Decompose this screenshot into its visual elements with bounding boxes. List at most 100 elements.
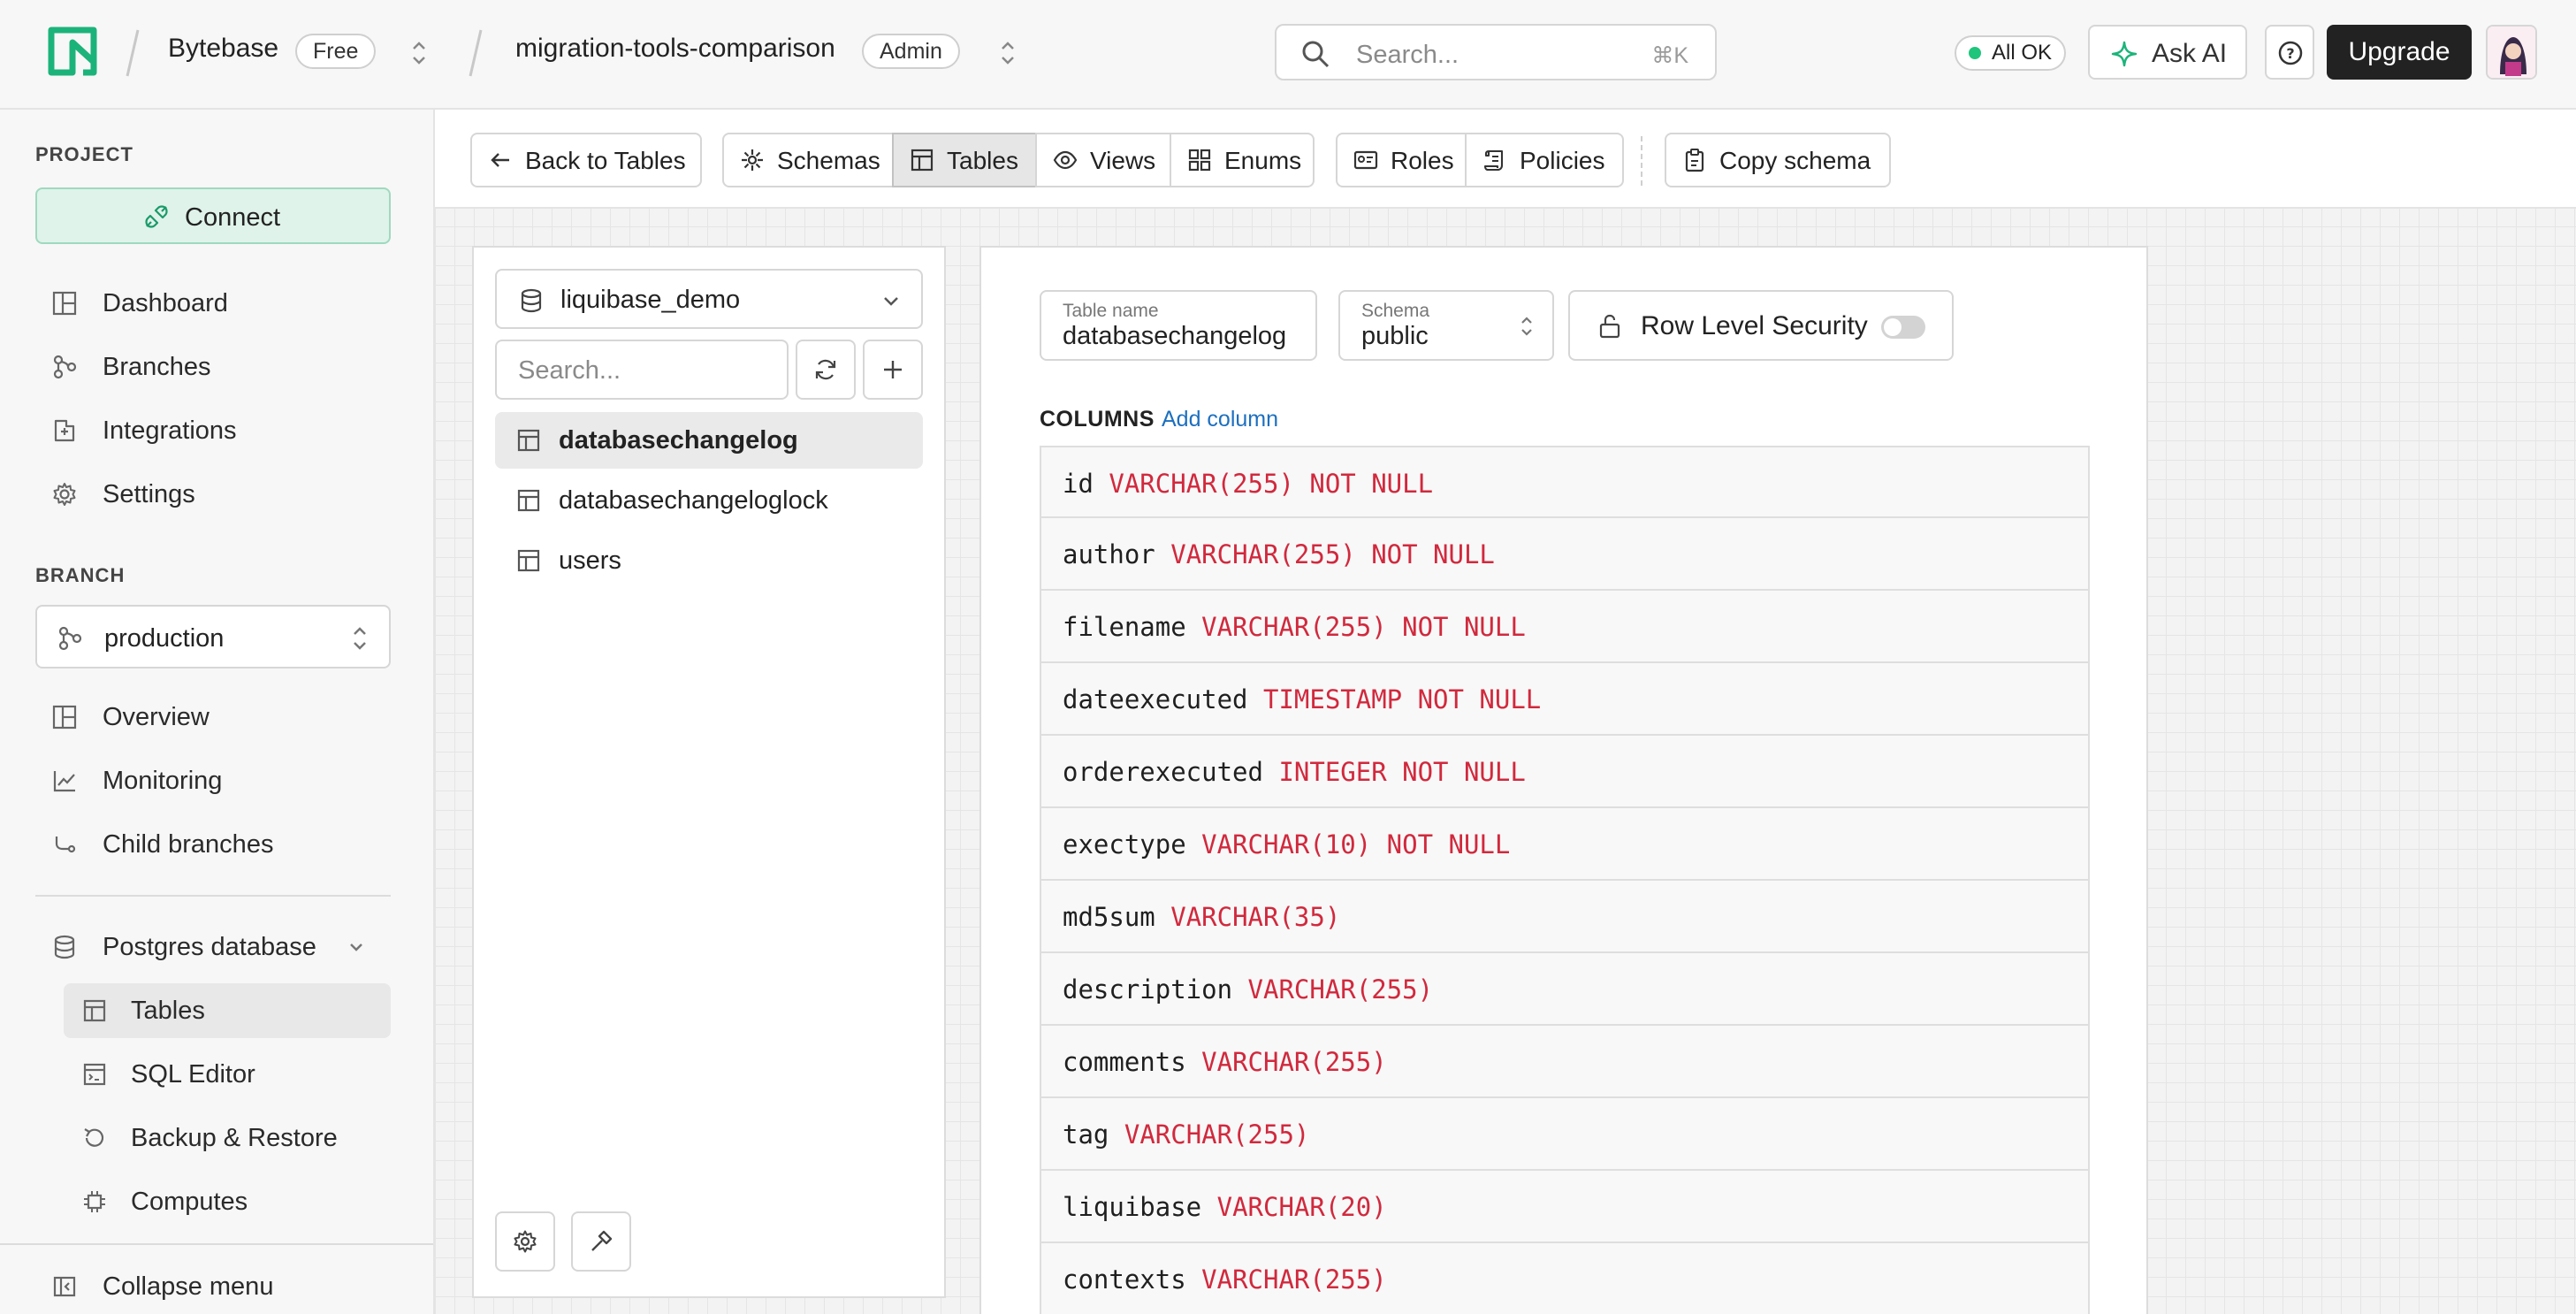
grid-icon [1187, 148, 1212, 172]
column-row[interactable]: filename VARCHAR(255) NOT NULL [1040, 591, 2090, 663]
unlock-icon [1597, 313, 1623, 340]
status-dot-icon [1969, 47, 1981, 59]
column-row[interactable]: id VARCHAR(255) NOT NULL [1040, 446, 2090, 518]
table-name-field[interactable]: Table name databasechangelog [1040, 290, 1317, 361]
column-type: VARCHAR(255) [1124, 1119, 1310, 1150]
column-row[interactable]: author VARCHAR(255) NOT NULL [1040, 518, 2090, 591]
status-badge[interactable]: All OK [1955, 35, 2067, 71]
ask-ai-button[interactable]: Ask AI [2088, 25, 2247, 80]
database-section-toggle[interactable]: Postgres database [35, 920, 391, 974]
plan-badge: Free [295, 34, 377, 69]
table-detail-panel: Table name databasechangelog Schema publ… [979, 246, 2148, 1314]
org-switcher-chevron-icon[interactable] [408, 35, 430, 71]
column-row[interactable]: tag VARCHAR(255) [1040, 1098, 2090, 1171]
status-text: All OK [1992, 41, 2053, 65]
sidebar-item-label: Monitoring [103, 767, 223, 795]
column-row[interactable]: exectype VARCHAR(10) NOT NULL [1040, 808, 2090, 881]
back-to-tables-label: Back to Tables [525, 147, 686, 174]
help-icon: ? [2277, 40, 2304, 66]
collapse-menu-button[interactable]: Collapse menu [35, 1259, 391, 1314]
column-name: contexts [1063, 1264, 1186, 1295]
database-icon [51, 934, 78, 960]
neon-logo-icon[interactable] [48, 27, 97, 76]
project-name[interactable]: migration-tools-comparison [515, 34, 835, 64]
global-search-input[interactable]: Search... ⌘K [1275, 24, 1717, 80]
sidebar-item-label: Backup & Restore [131, 1124, 338, 1152]
column-row[interactable]: md5sum VARCHAR(35) [1040, 881, 2090, 953]
column-type: VARCHAR(20) [1216, 1192, 1387, 1222]
table-search-input[interactable]: Search... [495, 340, 789, 400]
tab-label: Schemas [777, 147, 880, 174]
sidebar-item-backup-restore[interactable]: Backup & Restore [64, 1111, 391, 1165]
refresh-icon [813, 357, 838, 382]
search-icon [1301, 40, 1330, 68]
back-to-tables-button[interactable]: Back to Tables [470, 133, 702, 187]
sidebar-item-branches[interactable]: Branches [35, 340, 391, 394]
schema-value: public [1361, 322, 1429, 350]
sidebar-item-integrations[interactable]: Integrations [35, 403, 391, 458]
table-list-item[interactable]: databasechangelog [495, 412, 923, 469]
database-section-label: Postgres database [103, 933, 316, 961]
tab-tables[interactable]: Tables [892, 133, 1037, 187]
tab-label: Roles [1391, 147, 1454, 174]
monitoring-icon [51, 768, 78, 794]
help-button[interactable]: ? [2265, 25, 2314, 80]
tab-roles[interactable]: Roles [1336, 133, 1467, 187]
add-table-button[interactable] [863, 340, 923, 400]
column-row[interactable]: liquibase VARCHAR(20) [1040, 1171, 2090, 1243]
schema-select[interactable]: Schema public [1338, 290, 1554, 361]
sidebar-item-computes[interactable]: Computes [64, 1174, 391, 1229]
column-row[interactable]: comments VARCHAR(255) [1040, 1026, 2090, 1098]
tab-schemas[interactable]: Schemas [722, 133, 894, 187]
row-level-security-toggle[interactable]: Row Level Security [1568, 290, 1954, 361]
copy-schema-button[interactable]: Copy schema [1665, 133, 1891, 187]
avatar[interactable] [2486, 25, 2537, 80]
tab-views[interactable]: Views [1035, 133, 1171, 187]
column-row[interactable]: description VARCHAR(255) [1040, 953, 2090, 1026]
column-type: VARCHAR(255) [1201, 1264, 1387, 1295]
column-name: dateexecuted [1063, 684, 1248, 714]
rls-label: Row Level Security [1641, 311, 1868, 340]
branch-select-value: production [104, 624, 225, 653]
chevron-down-icon [880, 290, 902, 311]
table-list-item[interactable]: databasechangeloglock [495, 472, 923, 529]
branch-select[interactable]: production [35, 605, 391, 668]
table-icon [516, 428, 541, 453]
add-column-link[interactable]: Add column [1162, 407, 1278, 432]
org-name[interactable]: Bytebase [168, 34, 278, 64]
column-row[interactable]: dateexecuted TIMESTAMP NOT NULL [1040, 663, 2090, 736]
panel-settings-button[interactable] [495, 1211, 555, 1272]
column-type: VARCHAR(10) NOT NULL [1201, 829, 1511, 859]
tab-policies[interactable]: Policies [1465, 133, 1624, 187]
sidebar-item-tables[interactable]: Tables [64, 983, 391, 1038]
tab-label: Policies [1520, 147, 1605, 174]
panel-tools-button[interactable] [571, 1211, 631, 1272]
tables-panel: liquibase_demo Search... databasechangel… [472, 246, 946, 1298]
columns-title: COLUMNS [1040, 407, 1155, 432]
project-switcher-chevron-icon[interactable] [997, 35, 1018, 71]
sidebar-item-settings[interactable]: Settings [35, 467, 391, 522]
sidebar-item-dashboard[interactable]: Dashboard [35, 276, 391, 331]
database-select[interactable]: liquibase_demo [495, 269, 923, 329]
table-list-item[interactable]: users [495, 532, 923, 589]
column-name: tag [1063, 1119, 1109, 1150]
clipboard-icon [1682, 148, 1707, 172]
sidebar: PROJECT Connect Dashboard Branches Integ… [0, 110, 435, 1314]
sidebar-item-child-branches[interactable]: Child branches [35, 817, 391, 872]
column-row[interactable]: orderexecuted INTEGER NOT NULL [1040, 736, 2090, 808]
sidebar-item-label: Child branches [103, 830, 274, 859]
refresh-button[interactable] [796, 340, 856, 400]
tab-enums[interactable]: Enums [1170, 133, 1315, 187]
columns-list: id VARCHAR(255) NOT NULL author VARCHAR(… [1040, 446, 2090, 1314]
rls-switch[interactable] [1881, 316, 1925, 339]
column-row[interactable]: contexts VARCHAR(255) [1040, 1243, 2090, 1314]
database-icon [518, 287, 545, 314]
plus-icon [880, 357, 905, 382]
sidebar-item-overview[interactable]: Overview [35, 690, 391, 745]
sidebar-item-sql-editor[interactable]: SQL Editor [64, 1047, 391, 1102]
connect-button[interactable]: Connect [35, 187, 391, 244]
breadcrumb-separator-icon [124, 27, 140, 80]
column-name: md5sum [1063, 902, 1155, 932]
sidebar-item-monitoring[interactable]: Monitoring [35, 753, 391, 808]
upgrade-button[interactable]: Upgrade [2327, 25, 2472, 80]
